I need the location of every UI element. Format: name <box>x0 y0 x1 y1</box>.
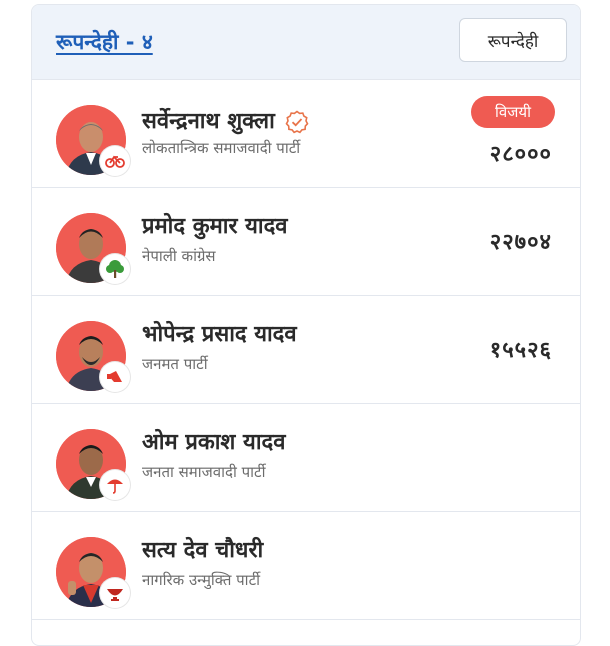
candidate-name: सत्य देव चौधरी <box>142 538 264 563</box>
candidate-name: सर्वेन्द्रनाथ शुक्ला <box>142 109 275 134</box>
candidate-name-wrap: ओम प्रकाश यादव <box>142 426 285 456</box>
megaphone-icon <box>100 362 130 392</box>
candidate-row[interactable]: सत्य देव चौधरी नागरिक उन्मुक्ति पार्टी <box>32 512 580 620</box>
party-name: नेपाली कांग्रेस <box>142 247 216 265</box>
candidate-row[interactable]: ओम प्रकाश यादव जनता समाजवादी पार्टी <box>32 404 580 512</box>
candidate-name-wrap: भोपेन्द्र प्रसाद यादव <box>142 318 297 348</box>
bicycle-icon <box>100 146 130 176</box>
party-name: जनता समाजवादी पार्टी <box>142 463 266 481</box>
candidate-name-wrap: सत्य देव चौधरी <box>142 534 263 564</box>
vote-count: १५५२६ <box>489 338 552 363</box>
bowl-icon <box>100 578 130 608</box>
candidate-name: भोपेन्द्र प्रसाद यादव <box>142 322 297 347</box>
vote-count: २२७०४ <box>489 230 552 255</box>
party-name: जनमत पार्टी <box>142 355 208 373</box>
umbrella-icon <box>100 470 130 500</box>
card-header: रूपन्देही - ४ रूपन्देही <box>32 5 580 80</box>
candidate-row[interactable]: सर्वेन्द्रनाथ शुक्ला लोकतान्त्रिक समाजवा… <box>32 80 580 188</box>
candidate-name-wrap: सर्वेन्द्रनाथ शुक्ला <box>142 102 309 138</box>
party-name: लोकतान्त्रिक समाजवादी पार्टी <box>142 139 301 157</box>
candidate-row[interactable]: भोपेन्द्र प्रसाद यादव जनमत पार्टी १५५२६ <box>32 296 580 404</box>
constituency-results-card: रूपन्देही - ४ रूपन्देही सर्वेन्द्रनाथ शु… <box>31 4 581 646</box>
district-button[interactable]: रूपन्देही <box>459 18 567 62</box>
candidate-name: प्रमोद कुमार यादव <box>142 214 288 239</box>
constituency-link[interactable]: रूपन्देही - ४ <box>56 28 153 56</box>
party-name: नागरिक उन्मुक्ति पार्टी <box>142 571 261 589</box>
candidate-name: ओम प्रकाश यादव <box>142 430 286 455</box>
winner-badge: विजयी <box>471 96 555 128</box>
verified-badge-icon <box>285 110 309 138</box>
tree-icon <box>100 254 130 284</box>
candidate-row[interactable]: प्रमोद कुमार यादव नेपाली कांग्रेस २२७०४ <box>32 188 580 296</box>
candidate-name-wrap: प्रमोद कुमार यादव <box>142 210 288 240</box>
vote-count: २८००० <box>489 142 552 167</box>
